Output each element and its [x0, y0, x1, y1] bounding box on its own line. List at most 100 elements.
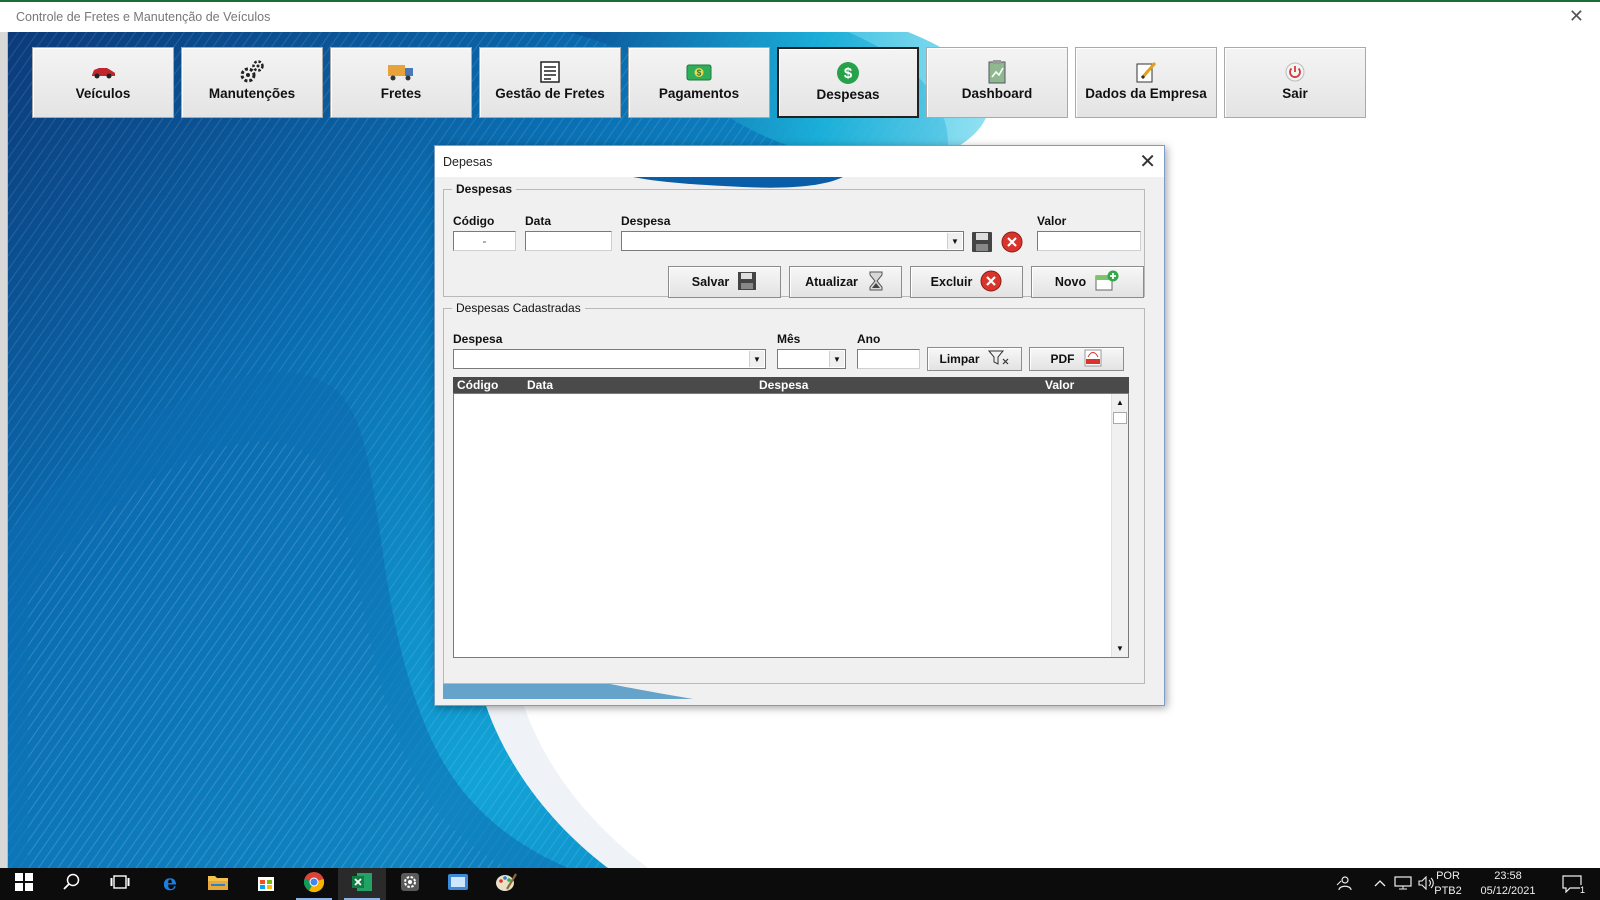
grid-header: Código Data Despesa Valor: [453, 377, 1129, 393]
filter-mes-combobox[interactable]: ▼: [777, 349, 846, 369]
task-view-button[interactable]: [96, 868, 144, 900]
scroll-thumb[interactable]: [1113, 412, 1127, 424]
col-despesa: Despesa: [759, 378, 809, 392]
form-legend: Despesas: [456, 182, 513, 196]
filter-ano-field[interactable]: [857, 349, 920, 369]
tray-notifications[interactable]: 1: [1552, 868, 1592, 900]
taskbar-chrome[interactable]: [290, 868, 338, 900]
vertical-scrollbar[interactable]: ▲ ▼: [1111, 394, 1128, 657]
tray-clock[interactable]: 23:58 05/12/2021: [1472, 869, 1544, 899]
chevron-down-icon[interactable]: ▼: [947, 233, 962, 249]
svg-text:$: $: [697, 69, 702, 78]
tray-network[interactable]: [1392, 868, 1414, 900]
chevron-up-icon: [1374, 878, 1386, 890]
excel-icon: [351, 871, 373, 898]
window-app-icon: [447, 872, 469, 897]
dollar-icon: $: [779, 61, 917, 85]
atualizar-label: Atualizar: [805, 275, 858, 289]
app-close-button[interactable]: ✕: [1569, 6, 1584, 27]
valor-field[interactable]: [1037, 231, 1141, 251]
hourglass-icon: [866, 270, 886, 295]
limpar-button[interactable]: Limpar: [927, 347, 1022, 371]
power-icon: [1225, 60, 1365, 84]
nav-label: Despesas: [816, 87, 880, 102]
nav-label: Fretes: [380, 86, 422, 101]
pdf-button[interactable]: PDF: [1029, 347, 1124, 371]
folder-icon: [207, 873, 229, 896]
scroll-up-icon[interactable]: ▲: [1112, 394, 1128, 411]
nav-button-veiculos[interactable]: Veículos: [32, 47, 174, 118]
nav-label: Veículos: [75, 86, 131, 101]
excluir-button[interactable]: Excluir: [910, 266, 1023, 298]
network-icon: [1394, 875, 1412, 893]
limpar-label: Limpar: [939, 352, 980, 366]
atualizar-button[interactable]: Atualizar: [789, 266, 902, 298]
despesa-combobox[interactable]: ▼: [621, 231, 964, 251]
nav-label: Pagamentos: [658, 86, 740, 101]
taskbar-store[interactable]: [242, 868, 290, 900]
taskbar: e POR PTB2 23:58 05/12/2021 1: [0, 868, 1600, 900]
salvar-label: Salvar: [691, 275, 730, 289]
dialog-close-button[interactable]: ✕: [1139, 149, 1156, 174]
list-legend: Despesas Cadastradas: [456, 301, 581, 315]
data-field[interactable]: [525, 231, 612, 251]
nav-button-manutencoes[interactable]: Manutenções: [181, 47, 323, 118]
edge-icon: e: [159, 870, 181, 898]
col-codigo: Código: [457, 378, 499, 392]
edit-icon: [1076, 60, 1216, 84]
search-icon: [63, 873, 81, 896]
truck-icon: [331, 60, 471, 84]
novo-button[interactable]: Novo: [1031, 266, 1144, 298]
taskbar-app-window[interactable]: [434, 868, 482, 900]
despesa-label: Despesa: [621, 214, 671, 228]
nav-label: Manutenções: [208, 86, 296, 101]
filter-despesa-combobox[interactable]: ▼: [453, 349, 766, 369]
taskbar-excel[interactable]: [338, 868, 386, 900]
salvar-button[interactable]: Salvar: [668, 266, 781, 298]
nav-label: Dashboard: [961, 86, 1033, 101]
svg-text:$: $: [844, 65, 853, 82]
pdf-label: PDF: [1050, 352, 1075, 366]
nav-button-dados-da-empresa[interactable]: Dados da Empresa: [1075, 47, 1217, 118]
clipboard-icon: [927, 60, 1067, 84]
taskbar-paint[interactable]: [482, 868, 530, 900]
cancel-icon[interactable]: [1001, 231, 1023, 253]
despesas-list[interactable]: ▲ ▼: [453, 393, 1129, 658]
codigo-label: Código: [453, 214, 495, 228]
nav-button-gestao-de-fretes[interactable]: Gestão de Fretes: [479, 47, 621, 118]
nav-label: Dados da Empresa: [1085, 86, 1207, 101]
dialog-body: Despesas Código - Data Despesa ▼ Valor S…: [443, 177, 1158, 699]
settings-app-icon: [400, 872, 420, 897]
chevron-down-icon[interactable]: ▼: [749, 351, 764, 367]
nav-button-fretes[interactable]: Fretes: [330, 47, 472, 118]
nav-button-pagamentos[interactable]: $ Pagamentos: [628, 47, 770, 118]
paint-icon: [495, 871, 517, 898]
taskbar-file-explorer[interactable]: [194, 868, 242, 900]
start-button[interactable]: [0, 868, 48, 900]
chrome-icon: [303, 871, 325, 898]
tray-language[interactable]: POR PTB2: [1428, 869, 1468, 899]
nav-button-sair[interactable]: Sair: [1224, 47, 1366, 118]
tray-overflow[interactable]: [1370, 868, 1390, 900]
search-button[interactable]: [48, 868, 96, 900]
nav-button-dashboard[interactable]: Dashboard: [926, 47, 1068, 118]
scroll-down-icon[interactable]: ▼: [1112, 640, 1128, 657]
nav-label: Gestão de Fretes: [495, 86, 605, 101]
save-icon[interactable]: [971, 231, 993, 253]
tray-people[interactable]: [1330, 868, 1358, 900]
delete-icon: [980, 270, 1002, 295]
save-icon: [737, 271, 757, 294]
taskbar-app-gear[interactable]: [386, 868, 434, 900]
svg-text:e: e: [163, 871, 177, 893]
novo-label: Novo: [1054, 275, 1087, 289]
chevron-down-icon[interactable]: ▼: [829, 351, 844, 367]
task-view-icon: [110, 874, 130, 895]
nav-button-despesas[interactable]: $ Despesas: [777, 47, 919, 118]
taskbar-edge[interactable]: e: [146, 868, 194, 900]
notification-icon: 1: [1562, 875, 1585, 895]
windows-icon: [15, 872, 33, 896]
valor-label: Valor: [1037, 214, 1067, 228]
dialog-title-bar: Depesas ✕: [435, 146, 1164, 177]
language-bottom: PTB2: [1434, 885, 1462, 897]
codigo-field[interactable]: -: [453, 231, 516, 251]
